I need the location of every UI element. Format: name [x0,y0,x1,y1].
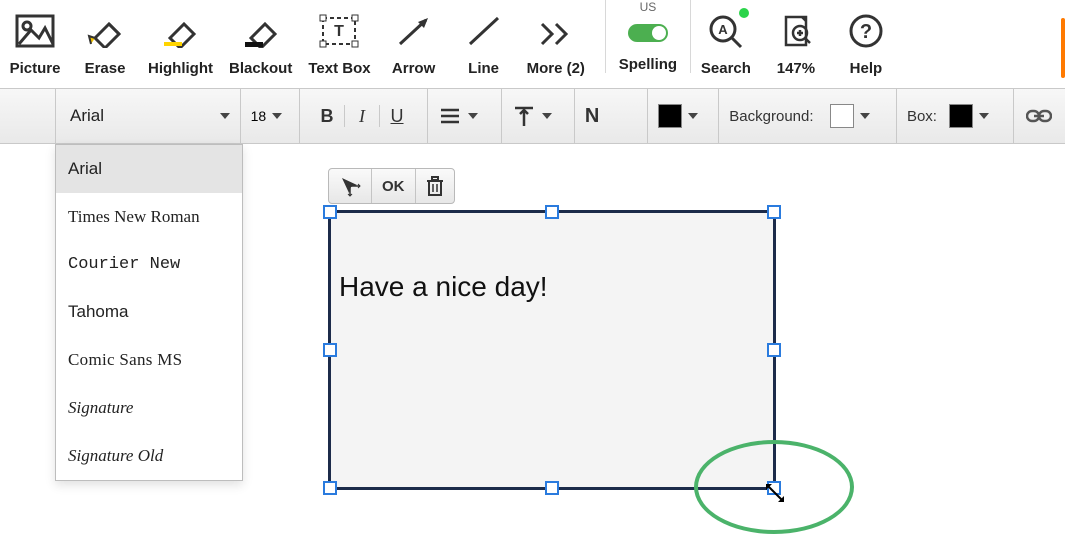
font-size-dropdown[interactable]: 18 [241,89,300,143]
spelling-button[interactable]: US Spelling [605,0,691,73]
delete-button[interactable] [416,169,454,203]
search-button[interactable]: A Search [691,0,761,77]
status-dot-icon [739,8,749,18]
textbox-tool-button[interactable]: T Text Box [300,0,378,77]
help-button[interactable]: ? Help [831,0,901,77]
align-top-icon [512,104,536,128]
blackout-label: Blackout [229,60,292,77]
horizontal-align-dropdown[interactable] [428,89,501,143]
resize-handle-tm[interactable] [545,205,559,219]
font-option[interactable]: Times New Roman [56,193,242,241]
highlight-icon [158,10,202,52]
chevron-down-icon [272,113,282,119]
text-color-swatch [658,104,682,128]
font-option[interactable]: Tahoma [56,288,242,336]
arrow-label: Arrow [392,60,435,77]
move-cursor-icon [339,175,361,197]
text-box[interactable]: Have a nice day! [328,210,776,490]
erase-icon [83,10,127,52]
ok-label: OK [382,178,405,195]
background-color-dropdown[interactable]: Background: [719,89,897,143]
background-color-swatch [830,104,854,128]
main-toolbar: Picture Erase Highlight Blackout T Text … [0,0,1065,88]
zoom-button[interactable]: 147% [761,0,831,77]
spelling-lang: US [614,0,682,14]
trash-icon [426,176,444,196]
direction-button[interactable]: N [575,89,648,143]
picture-label: Picture [10,60,61,77]
chevron-down-icon [468,113,478,119]
arrow-icon [392,10,436,52]
link-icon [1026,107,1052,125]
resize-handle-bl[interactable] [323,481,337,495]
svg-text:T: T [335,23,345,40]
spelling-label: Spelling [619,56,677,73]
picture-tool-button[interactable]: Picture [0,0,70,77]
formatting-toolbar: Arial 18 B I U N Background: Box: [0,88,1065,144]
resize-handle-tl[interactable] [323,205,337,219]
box-label: Box: [907,108,937,125]
svg-text:?: ? [860,21,872,43]
resize-handle-bm[interactable] [545,481,559,495]
chevron-down-icon [542,113,552,119]
text-color-dropdown[interactable] [648,89,719,143]
arrow-tool-button[interactable]: Arrow [379,0,449,77]
font-size-value: 18 [251,108,267,124]
resize-handle-tr[interactable] [767,205,781,219]
zoom-label: 147% [777,60,815,77]
text-box-content[interactable]: Have a nice day! [339,271,548,303]
chevron-down-icon [860,113,870,119]
canvas-area[interactable]: ArialTimes New RomanCourier NewTahomaCom… [0,144,1065,545]
more-tools-button[interactable]: More (2) [519,0,593,77]
highlight-label: Highlight [148,60,213,77]
resize-handle-mr[interactable] [767,343,781,357]
font-option[interactable]: Signature Old [56,432,242,480]
line-label: Line [468,60,499,77]
italic-button[interactable]: I [345,102,379,131]
spelling-toggle[interactable] [628,24,668,42]
textbox-label: Text Box [308,60,370,77]
font-family-dropdown[interactable]: Arial [55,89,241,143]
ok-button[interactable]: OK [372,169,416,203]
chevron-down-icon [688,113,698,119]
highlight-tool-button[interactable]: Highlight [140,0,221,77]
box-color-dropdown[interactable]: Box: [897,89,1014,143]
underline-button[interactable]: U [380,102,414,131]
font-family-menu: ArialTimes New RomanCourier NewTahomaCom… [55,144,243,481]
background-label: Background: [729,108,813,125]
align-justify-icon [438,104,462,128]
font-option[interactable]: Signature [56,384,242,432]
chevron-down-icon [220,113,230,119]
font-option[interactable]: Comic Sans MS [56,336,242,384]
accent-bar [1061,18,1065,78]
chevron-down-icon [979,113,989,119]
search-label: Search [701,60,751,77]
direction-value: N [585,105,599,128]
help-icon: ? [844,10,888,52]
zoom-icon [774,10,818,52]
blackout-icon [239,10,283,52]
move-handle-button[interactable] [329,169,372,203]
font-option[interactable]: Arial [56,145,242,193]
more-label: More (2) [527,60,585,77]
more-icon [534,10,578,52]
blackout-tool-button[interactable]: Blackout [221,0,300,77]
bold-button[interactable]: B [310,102,344,131]
box-color-swatch [949,104,973,128]
line-icon [462,10,506,52]
link-button[interactable] [1014,89,1065,143]
line-tool-button[interactable]: Line [449,0,519,77]
erase-label: Erase [85,60,126,77]
erase-tool-button[interactable]: Erase [70,0,140,77]
selection-mini-toolbar: OK [328,168,455,204]
resize-handle-br[interactable] [767,481,781,495]
textbox-icon: T [317,10,361,52]
resize-handle-ml[interactable] [323,343,337,357]
font-family-value: Arial [70,106,214,126]
help-label: Help [850,60,883,77]
font-option[interactable]: Courier New [56,241,242,288]
picture-icon [13,10,57,52]
svg-text:A: A [718,22,728,37]
vertical-align-dropdown[interactable] [502,89,575,143]
